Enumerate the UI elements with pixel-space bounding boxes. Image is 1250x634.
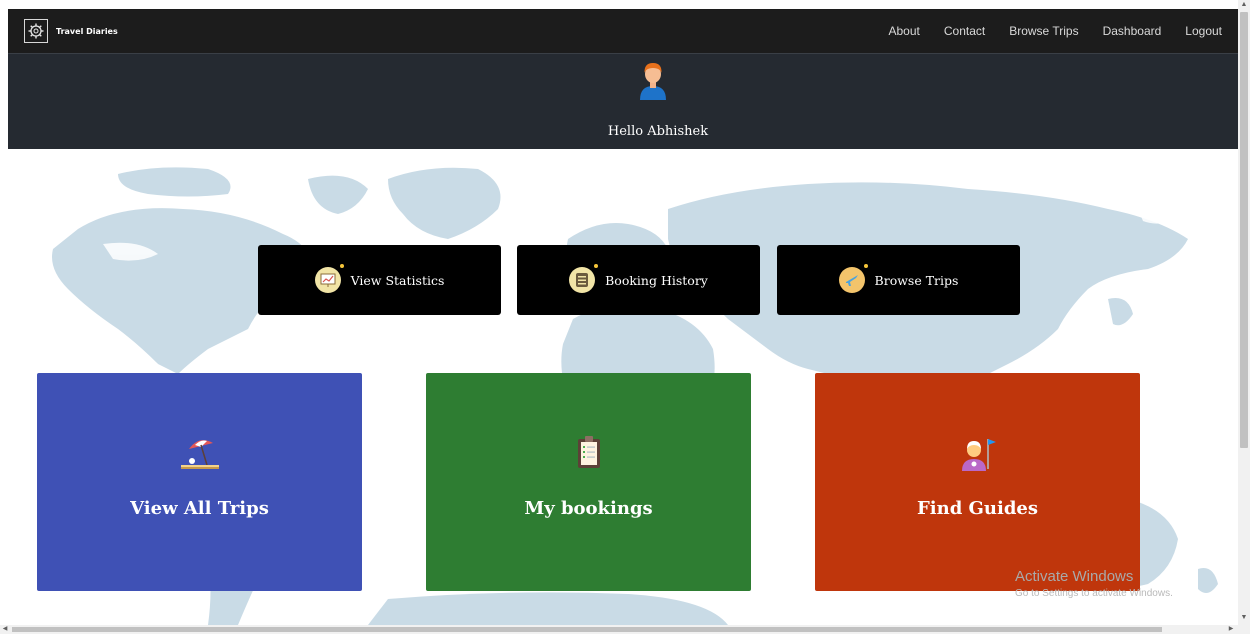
airplane-icon bbox=[838, 264, 868, 293]
my-bookings-card[interactable]: My bookings bbox=[426, 373, 751, 591]
view-statistics-label: View Statistics bbox=[350, 272, 445, 288]
browse-trips-label: Browse Trips bbox=[874, 272, 959, 288]
scroll-up-icon[interactable]: ▲ bbox=[1238, 0, 1250, 10]
profile-header: Hello Abhishek bbox=[8, 53, 1238, 149]
clipboard-icon bbox=[426, 435, 751, 475]
vertical-scroll-thumb[interactable] bbox=[1240, 12, 1248, 448]
view-all-trips-label: View All Trips bbox=[130, 498, 269, 519]
brand[interactable]: Travel Diaries bbox=[24, 19, 118, 43]
nav-link-browse-trips[interactable]: Browse Trips bbox=[1009, 24, 1078, 38]
find-guides-card[interactable]: Find Guides bbox=[815, 373, 1140, 591]
booking-history-button[interactable]: Booking History bbox=[517, 245, 760, 315]
greeting-text: Hello Abhishek bbox=[607, 124, 709, 139]
view-statistics-button[interactable]: View Statistics bbox=[258, 245, 501, 315]
statistics-icon bbox=[314, 264, 344, 293]
nav-link-contact[interactable]: Contact bbox=[944, 24, 985, 38]
user-avatar-icon bbox=[638, 60, 668, 100]
gear-logo-icon bbox=[24, 19, 48, 43]
top-strip bbox=[0, 0, 1238, 9]
scroll-down-icon[interactable]: ▼ bbox=[1238, 613, 1250, 623]
horizontal-scroll-thumb[interactable] bbox=[12, 627, 1162, 632]
navbar: Travel Diaries About Contact Browse Trip… bbox=[8, 9, 1238, 53]
booking-history-label: Booking History bbox=[605, 272, 708, 288]
view-all-trips-card[interactable]: View All Trips bbox=[37, 373, 362, 591]
brand-name: Travel Diaries bbox=[56, 26, 118, 36]
find-guides-label: Find Guides bbox=[916, 498, 1039, 519]
guide-person-icon bbox=[815, 435, 1140, 475]
vertical-scrollbar[interactable]: ▲ ▼ bbox=[1238, 0, 1250, 625]
watermark-title: Activate Windows bbox=[1015, 568, 1134, 585]
browse-trips-button[interactable]: Browse Trips bbox=[777, 245, 1020, 315]
nav-link-about[interactable]: About bbox=[889, 24, 920, 38]
nav-link-logout[interactable]: Logout bbox=[1185, 24, 1222, 38]
nav-links: About Contact Browse Trips Dashboard Log… bbox=[865, 9, 1223, 53]
browser-viewport: Travel Diaries About Contact Browse Trip… bbox=[0, 0, 1238, 625]
activate-windows-watermark: Activate Windows Go to Settings to activ… bbox=[1015, 568, 1173, 599]
scroll-left-icon[interactable]: ◀ bbox=[0, 625, 10, 634]
nav-link-dashboard[interactable]: Dashboard bbox=[1103, 24, 1162, 38]
horizontal-scrollbar[interactable]: ◀ ▶ bbox=[0, 625, 1238, 634]
scrollbar-corner bbox=[1238, 625, 1250, 634]
my-bookings-label: My bookings bbox=[524, 498, 653, 519]
watermark-subtitle: Go to Settings to activate Windows. bbox=[1015, 588, 1173, 599]
scroll-right-icon[interactable]: ▶ bbox=[1226, 625, 1236, 634]
beach-umbrella-icon bbox=[37, 435, 362, 475]
history-list-icon bbox=[569, 264, 599, 293]
